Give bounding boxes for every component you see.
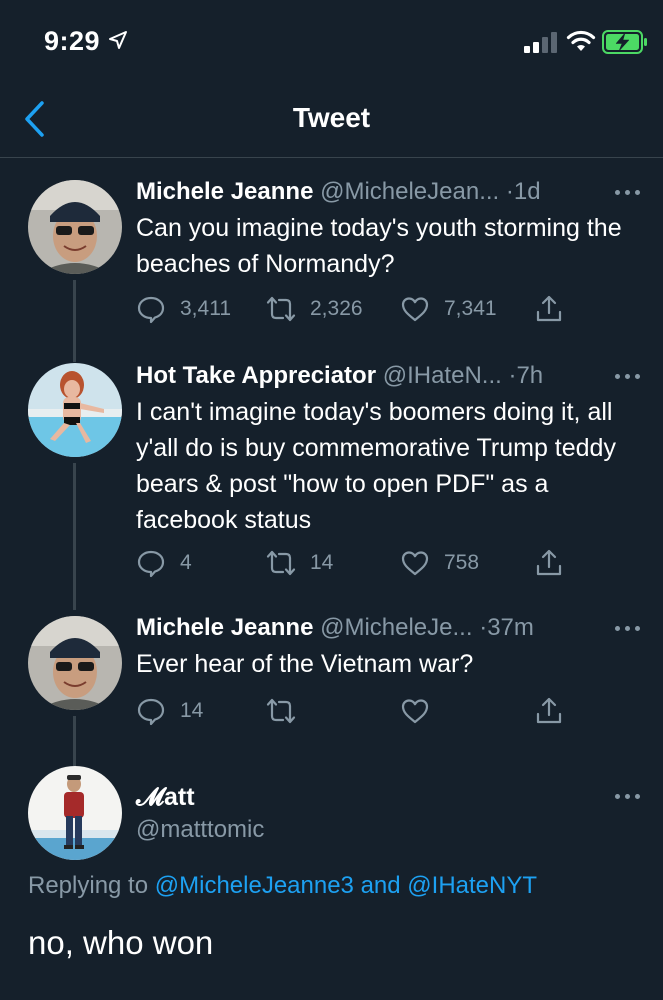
signal-icon (524, 32, 557, 53)
tweet-text: Ever hear of the Vietnam war? (136, 650, 474, 678)
status-time: 9:29 (44, 26, 101, 56)
like-count: 758 (444, 551, 480, 574)
share-button[interactable] (534, 292, 564, 326)
reply-count: 3,411 (180, 297, 231, 320)
separator: · (505, 178, 514, 205)
wifi-icon (566, 30, 596, 51)
author-handle[interactable]: @MicheleJe... (320, 614, 472, 641)
tweet-text: Can you imagine today's youth storming t… (136, 214, 622, 278)
avatar[interactable] (28, 766, 122, 860)
author-handle[interactable]: @IHateN... (383, 362, 502, 389)
heart-icon (401, 297, 429, 322)
retweet-icon (266, 698, 296, 724)
reply-button[interactable]: 4 (136, 546, 192, 580)
nav-bar: Tweet (0, 80, 663, 158)
location-arrow-icon (109, 31, 127, 49)
avatar[interactable] (28, 180, 122, 274)
share-icon (536, 697, 562, 724)
avatar[interactable] (28, 363, 122, 457)
tweet-actions: 4 14 758 (136, 546, 643, 580)
mention-link[interactable]: @MicheleJeanne3 (155, 872, 354, 899)
replying-to: Replying to @MicheleJeanne3 and @IHateNY… (28, 872, 537, 900)
like-button[interactable] (400, 694, 444, 728)
thread-line (73, 280, 76, 362)
timestamp: 37m (487, 614, 534, 641)
author-handle[interactable]: @MicheleJean... (320, 178, 499, 205)
retweet-count: 14 (310, 551, 334, 574)
more-options-icon[interactable] (615, 374, 641, 382)
more-options-icon[interactable] (615, 190, 641, 198)
reply-button[interactable]: 14 (136, 694, 203, 728)
author-name[interactable]: Michele Jeanne (136, 178, 313, 205)
reply-button[interactable]: 3,411 (136, 292, 231, 326)
retweet-button[interactable] (266, 694, 310, 728)
reply-icon (137, 296, 165, 324)
share-icon (536, 549, 562, 576)
reply-icon (137, 698, 165, 726)
thread-line (73, 716, 76, 766)
retweet-button[interactable]: 14 (266, 546, 333, 580)
reply-count: 4 (180, 551, 192, 574)
tweet-actions: 14 (136, 694, 643, 728)
page-title: Tweet (292, 102, 371, 133)
like-count: 7,341 (444, 297, 497, 320)
reply-count: 14 (180, 699, 204, 722)
share-button[interactable] (534, 546, 564, 580)
author-name[interactable]: Michele Jeanne (136, 614, 313, 641)
reply-icon (137, 550, 165, 578)
avatar[interactable] (28, 616, 122, 710)
tweet-actions: 3,411 2,326 7,341 (136, 292, 643, 326)
tweet-header: Hot Take Appreciator @IHateN... ·7h (136, 362, 653, 390)
battery-charging-icon (602, 30, 647, 54)
more-options-icon[interactable] (615, 626, 641, 634)
thread-line (73, 463, 76, 610)
like-button[interactable]: 758 (400, 546, 479, 580)
retweet-count: 2,326 (310, 297, 363, 320)
tweet-header: Michele Jeanne @MicheleJean... ·1d (136, 178, 653, 206)
status-bar: 9:29 (0, 0, 663, 80)
tweet-header: Michele Jeanne @MicheleJe... ·37m (136, 614, 653, 642)
author-name[interactable]: Hot Take Appreciator (136, 362, 376, 389)
heart-icon (401, 551, 429, 576)
separator: · (479, 614, 488, 641)
timestamp: 1d (513, 178, 541, 205)
more-options-icon[interactable] (615, 794, 641, 802)
tweet-text: no, who won (28, 924, 214, 961)
tweet-text: I can't imagine today's boomers doing it… (136, 398, 616, 534)
timestamp: 7h (516, 362, 544, 389)
heart-icon (401, 699, 429, 724)
share-button[interactable] (534, 694, 564, 728)
retweet-button[interactable]: 2,326 (266, 292, 363, 326)
share-icon (536, 295, 562, 322)
mention-and[interactable]: and (361, 872, 401, 899)
replying-prefix: Replying to (28, 872, 149, 899)
author-name[interactable]: 𝓜att (136, 783, 195, 812)
like-button[interactable]: 7,341 (400, 292, 497, 326)
mention-link[interactable]: @IHateNYT (407, 872, 537, 899)
retweet-icon (266, 550, 296, 576)
author-handle[interactable]: @matttomic (136, 816, 264, 844)
retweet-icon (266, 296, 296, 322)
